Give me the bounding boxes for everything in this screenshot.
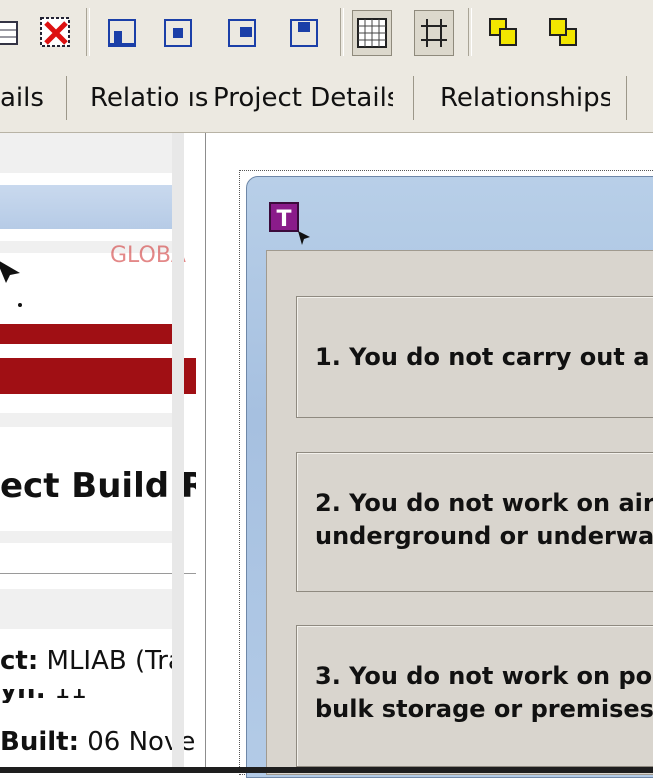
panel-band xyxy=(0,531,172,543)
panel-band xyxy=(0,589,172,629)
toolbar-separator xyxy=(340,8,344,56)
snap-grid-icon[interactable] xyxy=(414,10,454,56)
built-line: Built: 06 Nove xyxy=(0,727,196,757)
align-right-icon[interactable] xyxy=(222,10,262,56)
panel-header-band xyxy=(0,185,172,229)
requirement-text: underground or underwa xyxy=(315,522,653,550)
requirement-card[interactable]: 2. You do not work on air underground or… xyxy=(296,452,653,592)
requirement-text: 2. You do not work on air xyxy=(315,489,653,517)
align-bottom-icon[interactable] xyxy=(102,10,142,56)
project-line: ct: MLIAB (Tra xyxy=(0,646,184,676)
bottom-edge xyxy=(0,767,653,773)
align-top-icon[interactable] xyxy=(284,10,324,56)
report-heading: ect Build Re xyxy=(0,466,196,506)
tab-separator xyxy=(626,76,627,120)
report-preview-panel: GLOBA ect Build Re ct: MLIAB (Tra yn: 11… xyxy=(0,133,196,773)
tab-relationships-2[interactable]: Relationships xyxy=(440,78,610,118)
requirement-text: 3. You do not work on po xyxy=(315,662,653,690)
toolbar xyxy=(0,0,653,65)
requirement-card[interactable]: 3. You do not work on po bulk storage or… xyxy=(296,625,653,767)
tab-relationships-1[interactable]: Relatio ıѕ xyxy=(90,78,208,118)
requirement-text: bulk storage or premises xyxy=(315,695,653,723)
panel-band xyxy=(0,133,172,173)
red-banner xyxy=(0,358,196,394)
send-back-icon[interactable] xyxy=(544,10,584,56)
requirement-card[interactable]: 1. You do not carry out a xyxy=(296,296,653,418)
sheet-icon[interactable] xyxy=(0,10,26,56)
tab-separator xyxy=(413,76,414,120)
red-banner xyxy=(0,324,172,344)
bring-front-icon[interactable] xyxy=(484,10,524,56)
delete-table-icon[interactable] xyxy=(36,10,76,56)
tab-separator xyxy=(66,76,67,120)
mouse-pointer-icon xyxy=(0,261,22,307)
version-line: yn: 11 xyxy=(0,689,87,703)
divider xyxy=(0,573,196,574)
grid-icon[interactable] xyxy=(352,10,392,56)
text-tool-icon[interactable]: T xyxy=(268,201,314,247)
tab-details[interactable]: ails xyxy=(0,78,56,118)
panel-band xyxy=(0,413,172,427)
align-center-icon[interactable] xyxy=(158,10,198,56)
requirement-text: 1. You do not carry out a xyxy=(315,343,650,371)
svg-text:T: T xyxy=(276,207,291,232)
tab-project-details[interactable]: Project Details xyxy=(213,78,393,118)
toolbar-separator xyxy=(468,8,472,56)
toolbar-separator xyxy=(86,8,90,56)
tab-strip: ails Relatio ıѕ Project Details Relation… xyxy=(0,64,653,133)
panel-scroll-strip[interactable] xyxy=(172,133,184,773)
